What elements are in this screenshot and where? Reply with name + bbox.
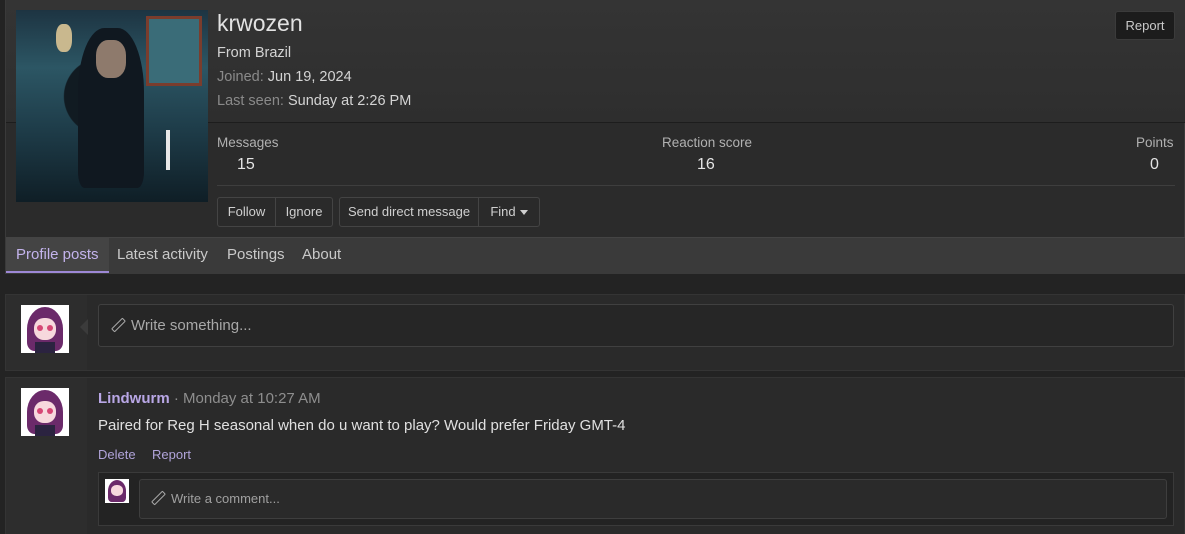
avatar-blade-detail: [166, 130, 170, 170]
last-seen-label: Last seen:: [217, 93, 284, 109]
joined-label: Joined:: [217, 69, 264, 85]
reaction-score-label: Reaction score: [662, 135, 753, 150]
profile-avatar[interactable]: [16, 10, 208, 202]
avatar-collar: [35, 342, 55, 353]
post-separator: ·: [169, 390, 184, 407]
find-label: Find: [490, 204, 516, 219]
messages-label: Messages: [217, 135, 279, 150]
tab-profile-posts[interactable]: Profile posts: [6, 238, 109, 273]
avatar-face-detail: [96, 40, 126, 78]
profile-joined: Joined: Jun 19, 2024: [217, 69, 352, 85]
profile-username: krwozen: [217, 10, 303, 36]
write-comment-input[interactable]: Write a comment...: [139, 479, 1167, 519]
post-author-name[interactable]: Lindwurm: [98, 390, 170, 407]
profile-last-seen: Last seen: Sunday at 2:26 PM: [217, 93, 411, 109]
avatar-eye: [47, 325, 53, 331]
last-seen-value[interactable]: Sunday at 2:26 PM: [288, 93, 411, 109]
follow-button[interactable]: Follow: [217, 197, 276, 227]
tab-latest-activity[interactable]: Latest activity: [107, 238, 218, 273]
profile-tabs: Profile posts Latest activity Postings A…: [6, 237, 1185, 273]
profile-location: From Brazil: [217, 45, 292, 61]
comment-user-avatar[interactable]: [105, 479, 129, 503]
points-label: Points: [1136, 135, 1174, 150]
write-something-input[interactable]: Write something...: [98, 304, 1174, 347]
pencil-icon: [111, 318, 124, 331]
points-value[interactable]: 0: [1150, 156, 1159, 174]
profile-card: krwozen From Brazil Joined: Jun 19, 2024…: [5, 0, 1185, 274]
tab-postings[interactable]: Postings: [217, 238, 295, 273]
joined-value: Jun 19, 2024: [267, 69, 352, 85]
avatar-lamp-detail: [56, 24, 72, 52]
post-meta: Lindwurm · Monday at 10:27 AM: [98, 390, 321, 407]
avatar-eye: [47, 408, 53, 414]
post-body: Paired for Reg H seasonal when do u want…: [98, 417, 626, 434]
current-user-avatar[interactable]: [21, 305, 69, 353]
post-author-avatar[interactable]: [21, 388, 69, 436]
avatar-collar: [35, 425, 55, 436]
composer-placeholder: Write something...: [131, 317, 252, 334]
composer-arrow: [80, 319, 88, 335]
comment-area: Write a comment...: [98, 472, 1174, 526]
report-post-link[interactable]: Report: [152, 447, 191, 462]
caret-down-icon: [519, 210, 528, 216]
stats-divider: [217, 185, 1175, 186]
profile-post-composer: Write something...: [5, 294, 1185, 371]
post-timestamp[interactable]: Monday at 10:27 AM: [183, 390, 321, 407]
tab-about[interactable]: About: [292, 238, 351, 273]
profile-post: Lindwurm · Monday at 10:27 AM Paired for…: [5, 377, 1185, 534]
find-dropdown-button[interactable]: Find: [478, 197, 540, 227]
send-direct-message-button[interactable]: Send direct message: [339, 197, 479, 227]
report-profile-button[interactable]: Report: [1115, 11, 1175, 40]
comment-placeholder: Write a comment...: [171, 491, 280, 506]
pencil-icon: [151, 491, 164, 504]
avatar-eye: [37, 408, 43, 414]
ignore-button[interactable]: Ignore: [275, 197, 333, 227]
reaction-score-value[interactable]: 16: [697, 156, 715, 174]
messages-value[interactable]: 15: [237, 156, 255, 174]
delete-post-link[interactable]: Delete: [98, 447, 136, 462]
avatar-eye: [37, 325, 43, 331]
avatar-face: [111, 485, 123, 496]
avatar-window-detail: [146, 16, 202, 86]
